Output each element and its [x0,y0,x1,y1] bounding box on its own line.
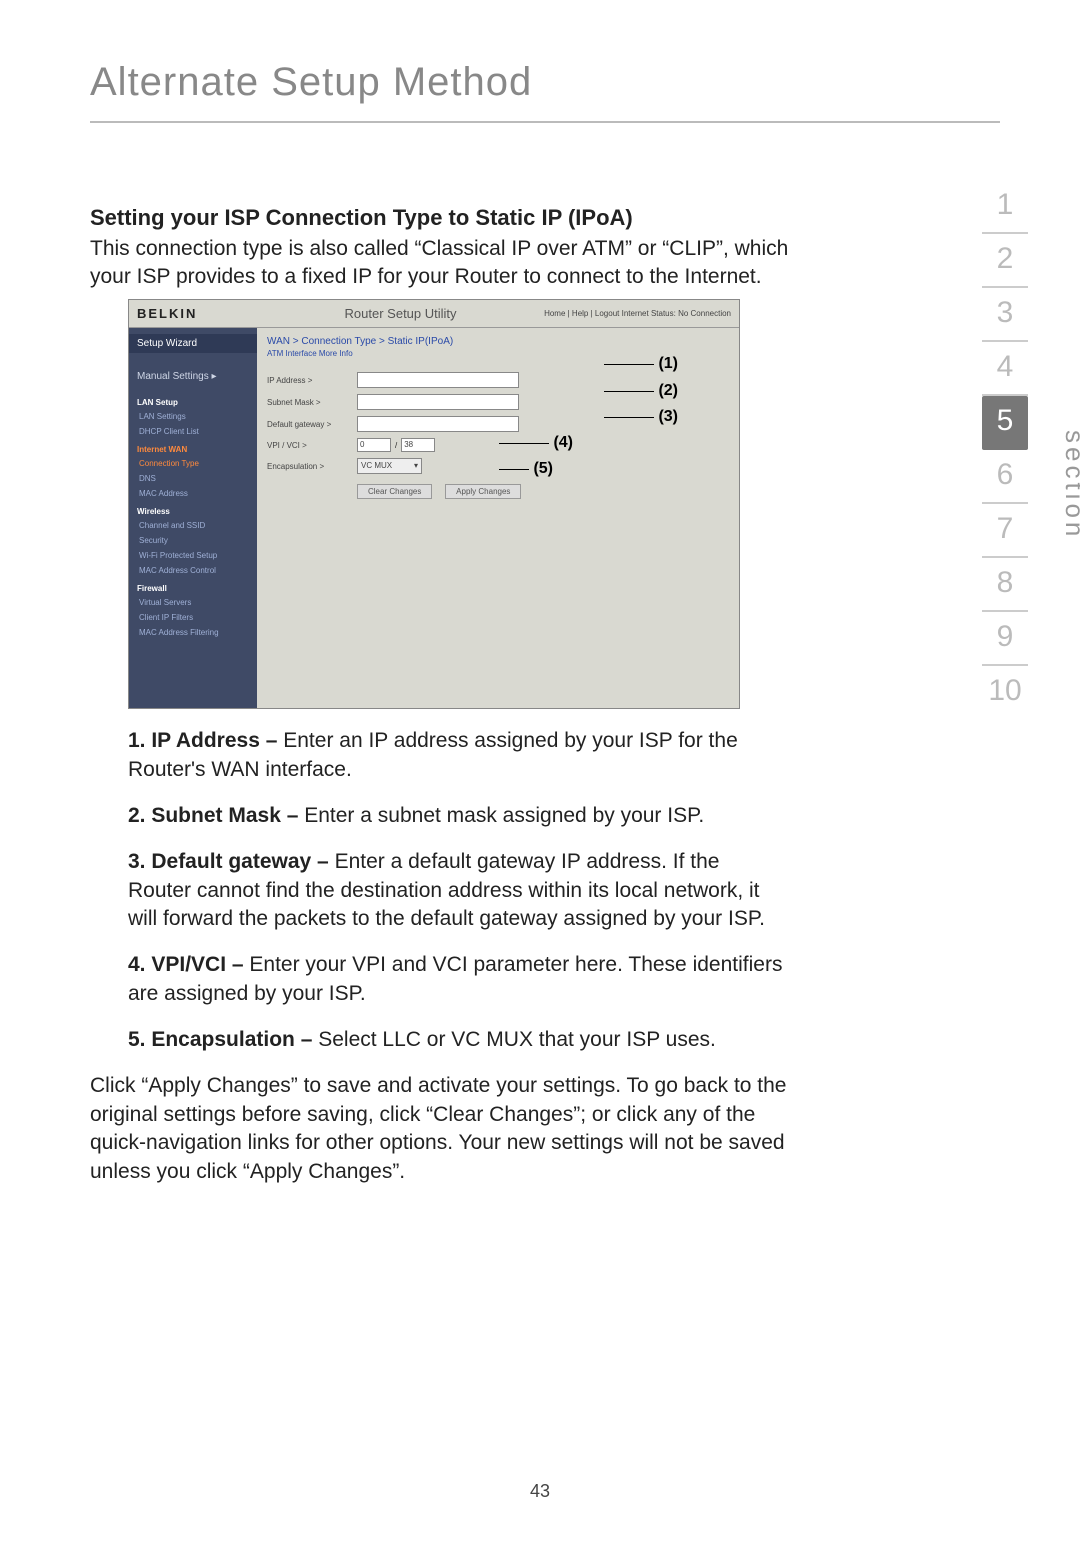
section-tab-6[interactable]: 6 [982,450,1028,504]
section-tab-2[interactable]: 2 [982,234,1028,288]
page-title: Alternate Setup Method [90,60,1000,123]
label-ip: IP Address > [267,376,357,385]
sidebar-item: Channel and SSID [129,518,257,533]
lead-2: 2. Subnet Mask – [128,804,304,827]
page-number: 43 [0,1481,1080,1502]
section-tab-4[interactable]: 4 [982,342,1028,396]
router-screenshot: BELKIN Router Setup Utility Home | Help … [128,299,740,709]
label-vpi: VPI / VCI > [267,441,357,450]
wizard-header: Setup Wizard [129,334,257,353]
callout-2: (2) [604,382,678,400]
section-tab-5[interactable]: 5 [982,396,1028,450]
vpi-field-a[interactable]: 0 [357,438,391,452]
intro-block: Setting your ISP Connection Type to Stat… [90,203,810,291]
cat-firewall: Firewall [129,578,257,595]
closing-text: Click “Apply Changes” to save and activa… [90,1072,790,1185]
sidebar-item: Wi-Fi Protected Setup [129,548,257,563]
belkin-logo: BELKIN [137,306,257,321]
enc-select[interactable]: VC MUX [357,458,422,474]
sidebar-item: LAN Settings [129,409,257,424]
lead-4: 4. VPI/VCI – [128,953,249,976]
text-2: Enter a subnet mask assigned by your ISP… [304,804,704,827]
section-tabs: section 12345678910 [960,180,1050,718]
breadcrumb: WAN > Connection Type > Static IP(IPoA) [267,336,729,347]
section-tab-3[interactable]: 3 [982,288,1028,342]
label-enc: Encapsulation > [267,462,357,471]
sidebar-item: Virtual Servers [129,595,257,610]
mask-field[interactable] [357,394,519,410]
section-tab-1[interactable]: 1 [982,180,1028,234]
section-heading: Setting your ISP Connection Type to Stat… [90,203,810,233]
ip-field[interactable] [357,372,519,388]
sidebar-item: DHCP Client List [129,424,257,439]
section-tab-9[interactable]: 9 [982,612,1028,666]
gw-field[interactable] [357,416,519,432]
top-links: Home | Help | Logout Internet Status: No… [544,309,731,318]
sidebar-item: MAC Address Filtering [129,625,257,640]
utility-title: Router Setup Utility [257,306,544,321]
sidebar-item: Security [129,533,257,548]
lead-5: 5. Encapsulation – [128,1028,318,1051]
router-sidebar: Setup Wizard Manual Settings ▸ LAN Setup… [129,328,257,708]
sidebar-item: DNS [129,471,257,486]
apply-button[interactable]: Apply Changes [445,484,521,499]
callout-5: (5) [499,460,553,478]
label-mask: Subnet Mask > [267,398,357,407]
cat-wireless: Wireless [129,501,257,518]
cat-lan: LAN Setup [129,392,257,409]
callout-1: (1) [604,355,678,373]
lead-1: 1. IP Address – [128,729,283,752]
section-tab-10[interactable]: 10 [982,666,1028,718]
label-gw: Default gateway > [267,420,357,429]
lead-3: 3. Default gateway – [128,850,335,873]
section-tab-8[interactable]: 8 [982,558,1028,612]
section-tab-7[interactable]: 7 [982,504,1028,558]
clear-button[interactable]: Clear Changes [357,484,432,499]
intro-text: This connection type is also called “Cla… [90,237,788,288]
callout-4: (4) [499,434,573,452]
section-label: section [1059,430,1080,540]
text-5: Select LLC or VC MUX that your ISP uses. [318,1028,716,1051]
definition-list: 1. IP Address – Enter an IP address assi… [128,727,788,1054]
sidebar-item: Client IP Filters [129,610,257,625]
cat-wan: Internet WAN [129,439,257,456]
sidebar-item: MAC Address Control [129,563,257,578]
sidebar-item: MAC Address [129,486,257,501]
callout-3: (3) [604,408,678,426]
vpi-field-b[interactable]: 38 [401,438,435,452]
manual-settings: Manual Settings ▸ [129,367,257,386]
sidebar-item: Connection Type [129,456,257,471]
